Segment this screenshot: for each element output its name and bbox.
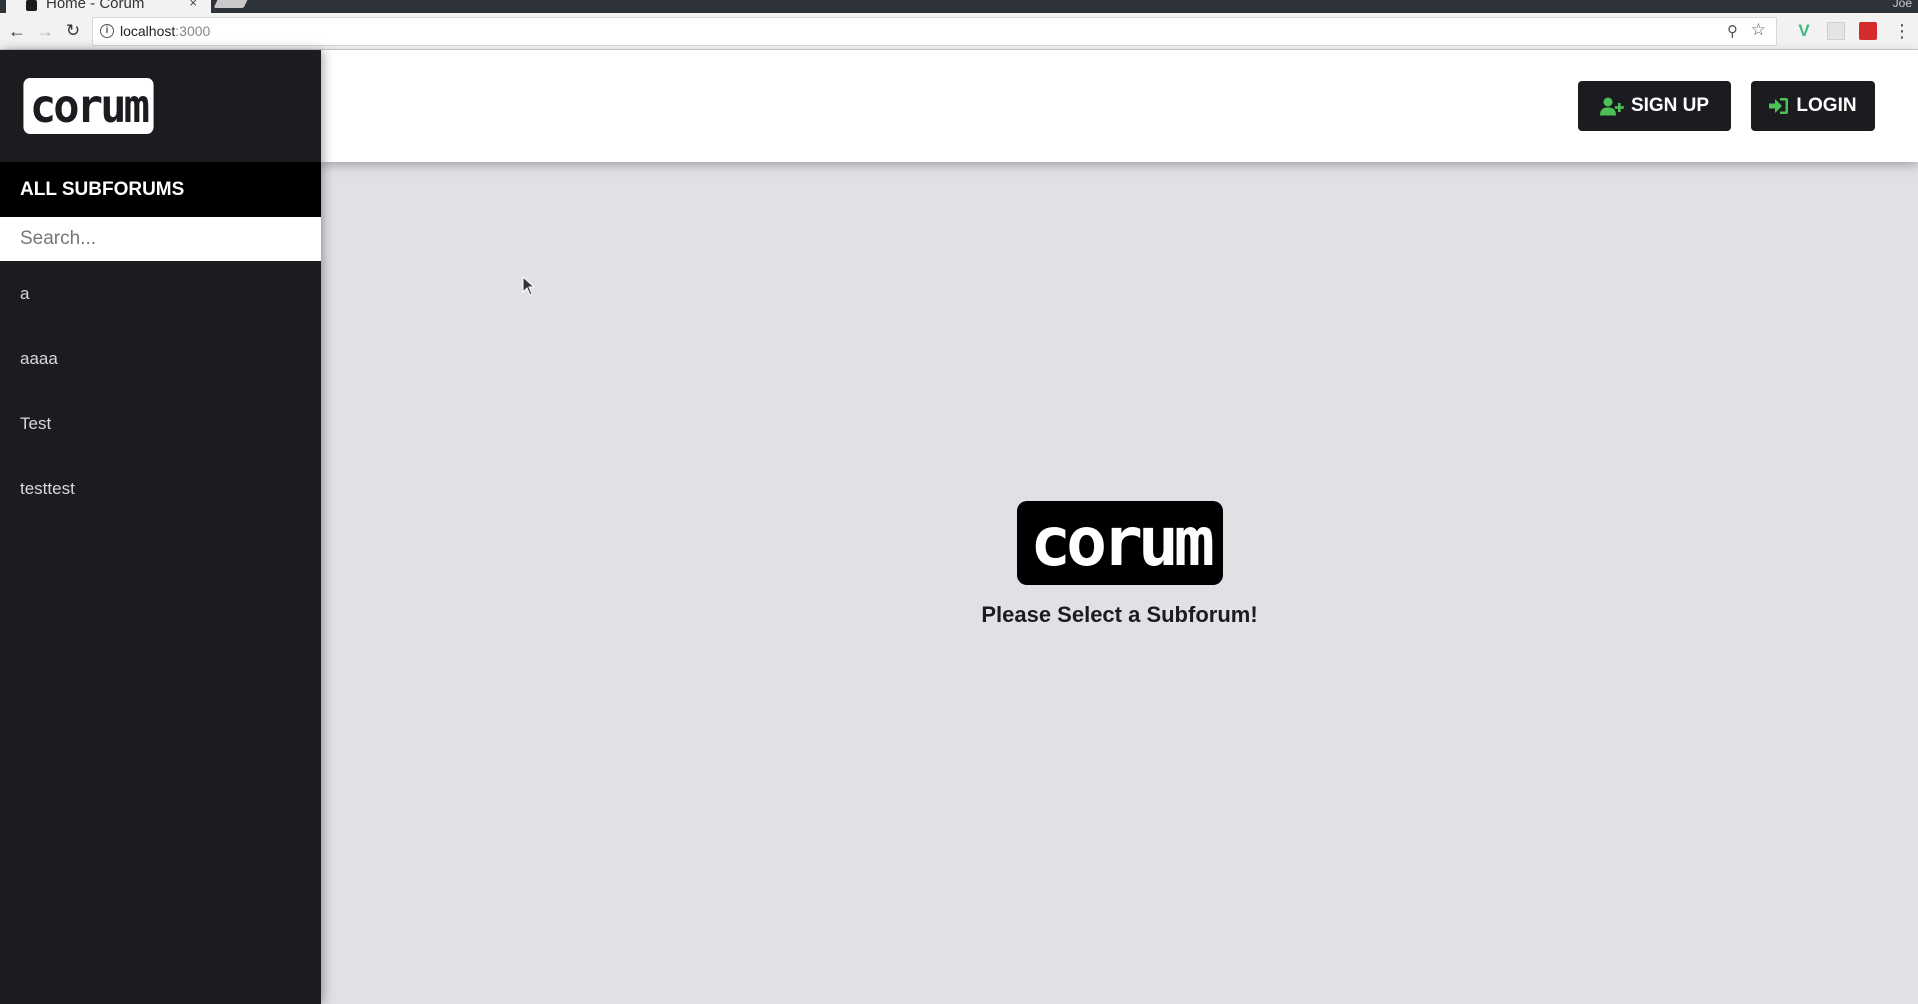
address-bar[interactable]: i localhost:3000 ⚲ ☆ (92, 17, 1777, 46)
zoom-icon[interactable]: ⚲ (1727, 22, 1738, 40)
top-bar: SIGN UP LOGIN (321, 50, 1918, 162)
forward-icon[interactable]: → (33, 19, 57, 43)
tab-title: Home - Corum (46, 0, 145, 12)
select-subforum-message: Please Select a Subforum! (981, 602, 1258, 627)
bookmark-star-icon[interactable]: ☆ (1751, 20, 1766, 40)
lastpass-extension-icon[interactable] (1859, 22, 1877, 40)
main-logo: corum (1017, 501, 1223, 585)
browser-tabstrip: Home - Corum × Joe (0, 0, 1918, 13)
sign-up-button[interactable]: SIGN UP (1578, 81, 1731, 131)
site-info-icon[interactable]: i (100, 24, 114, 38)
sidebar-item-aaaa[interactable]: aaaa (0, 326, 321, 391)
login-label: LOGIN (1796, 95, 1857, 116)
url-host: localhost (120, 23, 176, 39)
url-port: :3000 (175, 23, 211, 39)
sidebar-logo[interactable]: corum (23, 78, 154, 134)
favicon-icon (26, 0, 37, 11)
all-subforums-heading[interactable]: ALL SUBFORUMS (0, 162, 321, 217)
back-icon[interactable]: ← (5, 19, 29, 43)
url-text[interactable]: localhost:3000 (120, 23, 210, 39)
vue-devtools-extension-icon[interactable]: V (1795, 22, 1813, 40)
sidebar: corum ALL SUBFORUMS a aaaa Test testtest (0, 50, 321, 1004)
profile-name[interactable]: Joe (1893, 0, 1912, 10)
subforum-list: a aaaa Test testtest (0, 261, 321, 521)
main-content: corum Please Select a Subforum! (321, 162, 1918, 1004)
user-plus-icon (1599, 97, 1624, 115)
subforum-search-input[interactable] (0, 217, 321, 261)
extension-icon[interactable] (1827, 22, 1845, 40)
tab-close-icon[interactable]: × (189, 0, 197, 10)
browser-toolbar: ← → ↻ i localhost:3000 ⚲ ☆ V ⋮ (0, 13, 1918, 50)
sidebar-item-testtest[interactable]: testtest (0, 456, 321, 521)
browser-tab[interactable]: Home - Corum × (6, 0, 211, 13)
sign-in-icon (1769, 98, 1789, 114)
app: corum ALL SUBFORUMS a aaaa Test testtest… (0, 50, 1918, 1004)
login-button[interactable]: LOGIN (1751, 81, 1875, 131)
sidebar-item-a[interactable]: a (0, 261, 321, 326)
sidebar-item-test[interactable]: Test (0, 391, 321, 456)
sign-up-label: SIGN UP (1630, 95, 1710, 116)
browser-menu-icon[interactable]: ⋮ (1893, 22, 1911, 40)
new-tab-button[interactable] (213, 0, 249, 8)
reload-icon[interactable]: ↻ (61, 19, 85, 43)
